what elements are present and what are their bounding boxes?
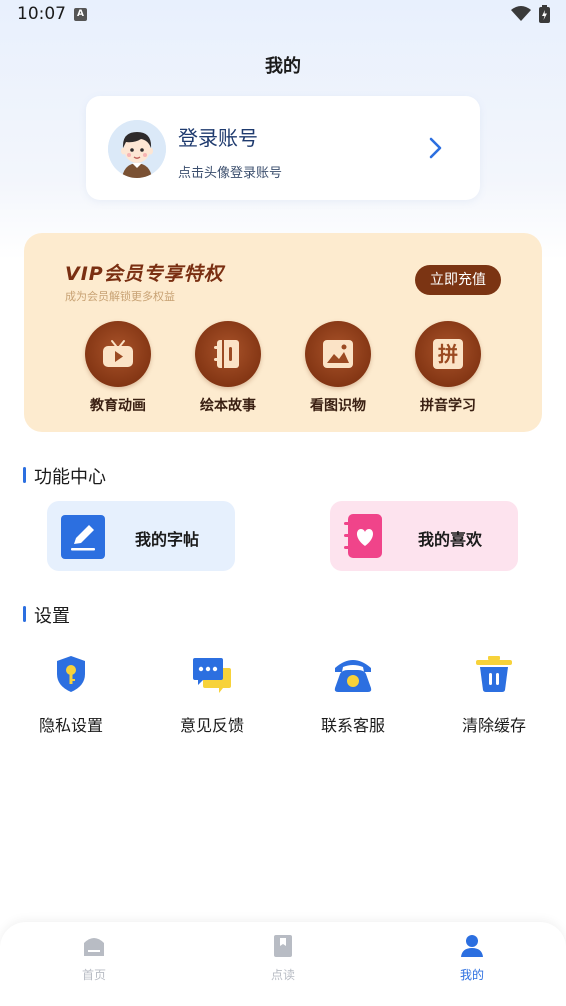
- vip-item-picture-recognition[interactable]: 看图识物: [288, 321, 388, 415]
- phone-icon: [334, 660, 372, 692]
- nav-label-read: 点读: [270, 968, 295, 982]
- vip-item-education-animation[interactable]: 教育动画: [68, 321, 168, 415]
- login-title[interactable]: 登录账号: [178, 122, 258, 151]
- nav-item-home[interactable]: 首页: [54, 934, 134, 983]
- contact-service-item[interactable]: 联系客服: [293, 654, 413, 736]
- privacy-settings-item[interactable]: 隐私设置: [11, 654, 131, 736]
- vip-title: VIP会员专享特权: [65, 263, 224, 285]
- clear-cache-label: 清除缓存: [461, 716, 526, 735]
- pinyin-glyph: 拼: [433, 339, 463, 369]
- my-favorites-card[interactable]: 我的喜欢: [330, 501, 518, 571]
- login-card[interactable]: 登录账号 点击头像登录账号: [86, 96, 480, 200]
- notification-badge: A: [74, 8, 87, 21]
- nav-label-home: 首页: [81, 968, 106, 982]
- privacy-settings-label: 隐私设置: [38, 716, 103, 735]
- shield-key-icon: [57, 656, 85, 692]
- nav-item-mine[interactable]: 我的: [432, 934, 512, 983]
- contact-service-label: 联系客服: [320, 716, 385, 735]
- chevron-right-icon[interactable]: [426, 136, 444, 160]
- picture-icon: [305, 321, 371, 387]
- nav-label-mine: 我的: [459, 968, 484, 982]
- user-icon: [461, 935, 483, 957]
- tv-icon: [85, 321, 151, 387]
- avatar[interactable]: [108, 120, 166, 178]
- status-time: 10:07: [17, 4, 66, 24]
- vip-item-label: 绘本故事: [200, 398, 256, 414]
- clear-cache-item[interactable]: 清除缓存: [434, 654, 554, 736]
- pinyin-icon: 拼: [415, 321, 481, 387]
- my-copybook-card[interactable]: 我的字帖: [47, 501, 235, 571]
- vip-item-pinyin-learning[interactable]: 拼 拼音学习: [398, 321, 498, 415]
- home-icon: [84, 938, 104, 956]
- login-subtitle: 点击头像登录账号: [178, 166, 283, 181]
- vip-card: VIP会员专享特权 成为会员解锁更多权益 立即充值 教育动画 绘本故事 看图识物…: [24, 233, 542, 432]
- vip-subtitle: 成为会员解锁更多权益: [65, 290, 175, 303]
- vip-item-label: 拼音学习: [420, 398, 476, 414]
- book-icon: [195, 321, 261, 387]
- bottom-nav: 首页 点读 我的: [0, 922, 566, 1006]
- trash-icon: [476, 656, 512, 692]
- book-read-icon: [274, 935, 292, 957]
- heart-notebook-icon: [344, 514, 382, 558]
- page-title: 我的: [265, 56, 301, 77]
- chat-icon: [193, 658, 231, 693]
- pen-icon: [61, 515, 105, 559]
- my-copybook-label: 我的字帖: [135, 530, 200, 549]
- vip-item-picture-book[interactable]: 绘本故事: [178, 321, 278, 415]
- section-marker: [23, 606, 26, 622]
- nav-item-read[interactable]: 点读: [243, 934, 323, 983]
- vip-item-label: 看图识物: [310, 398, 366, 414]
- feedback-label: 意见反馈: [179, 716, 244, 735]
- wifi-icon: [511, 6, 531, 21]
- battery-icon: [539, 5, 550, 23]
- section-title-functions: 功能中心: [34, 467, 106, 488]
- section-marker: [23, 467, 26, 483]
- my-favorites-label: 我的喜欢: [418, 530, 483, 549]
- boy-avatar-icon: [108, 120, 166, 178]
- vip-item-label: 教育动画: [90, 398, 146, 414]
- recharge-button[interactable]: 立即充值: [415, 265, 501, 295]
- section-title-settings: 设置: [34, 606, 70, 627]
- feedback-item[interactable]: 意见反馈: [152, 654, 272, 736]
